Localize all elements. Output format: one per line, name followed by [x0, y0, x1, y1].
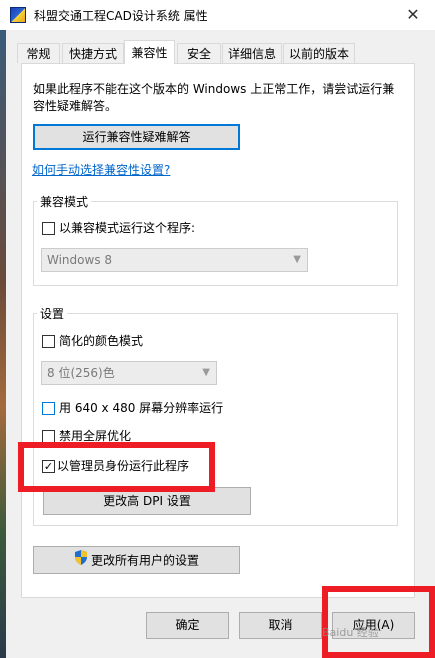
compat-intro-line1: 如果此程序不能在这个版本的 Windows 上正常工作，请尝试运行兼 — [33, 82, 395, 96]
checkmark-icon: ✓ — [43, 460, 54, 473]
compat-mode-group — [33, 201, 398, 286]
change-all-users-settings-button[interactable]: 更改所有用户的设置 — [33, 546, 240, 574]
fullscreen-optimization-label[interactable]: 禁用全屏优化 — [59, 428, 131, 445]
tab-general[interactable]: 常规 — [17, 43, 60, 63]
uac-shield-icon — [74, 548, 88, 574]
compat-os-select-value: Windows 8 — [47, 253, 113, 267]
title-bar[interactable]: 科盟交通工程CAD设计系统 属性 ✕ — [0, 0, 435, 30]
tab-details[interactable]: 详细信息 — [222, 43, 282, 63]
fullscreen-optimization-checkbox[interactable] — [42, 430, 55, 443]
tab-compatibility[interactable]: 兼容性 — [124, 40, 175, 64]
run-troubleshooter-button[interactable]: 运行兼容性疑难解答 — [33, 124, 240, 150]
tab-shortcut[interactable]: 快捷方式 — [62, 43, 124, 63]
compat-mode-checkbox[interactable] — [42, 222, 55, 235]
app-icon — [10, 7, 26, 23]
reduced-color-checkbox[interactable] — [42, 335, 55, 348]
manual-compat-settings-link[interactable]: 如何手动选择兼容性设置? — [32, 162, 170, 179]
compat-mode-group-title: 兼容模式 — [37, 195, 92, 209]
change-dpi-button[interactable]: 更改高 DPI 设置 — [43, 487, 251, 515]
tab-security[interactable]: 安全 — [177, 43, 221, 63]
cancel-button[interactable]: 取消 — [239, 612, 322, 639]
window-title: 科盟交通工程CAD设计系统 属性 — [34, 9, 208, 23]
compat-intro-line2: 容性疑难解答。 — [33, 99, 118, 113]
color-depth-select[interactable]: 8 位(256)色 ▼ — [41, 361, 217, 385]
compat-os-select[interactable]: Windows 8 ▼ — [41, 248, 308, 272]
change-all-users-settings-label: 更改所有用户的设置 — [90, 553, 199, 568]
chevron-down-icon: ▼ — [202, 367, 210, 378]
res-640-label[interactable]: 用 640 x 480 屏幕分辨率运行 — [59, 400, 223, 417]
desktop-wallpaper-edge — [0, 30, 6, 658]
ok-button[interactable]: 确定 — [146, 612, 229, 639]
chevron-down-icon: ▼ — [293, 254, 301, 265]
color-depth-select-value: 8 位(256)色 — [47, 366, 115, 380]
run-as-admin-checkbox[interactable]: ✓ — [42, 460, 55, 473]
run-as-admin-label[interactable]: 以管理员身份运行此程序 — [57, 458, 189, 475]
close-icon[interactable]: ✕ — [398, 3, 428, 27]
settings-group-title: 设置 — [37, 307, 68, 321]
watermark: Baidu 经验 — [322, 626, 379, 639]
res-640-checkbox[interactable] — [42, 402, 55, 415]
compat-mode-checkbox-label[interactable]: 以兼容模式运行这个程序: — [59, 220, 195, 237]
reduced-color-label[interactable]: 简化的颜色模式 — [59, 333, 143, 350]
tab-previous-versions[interactable]: 以前的版本 — [283, 43, 355, 63]
